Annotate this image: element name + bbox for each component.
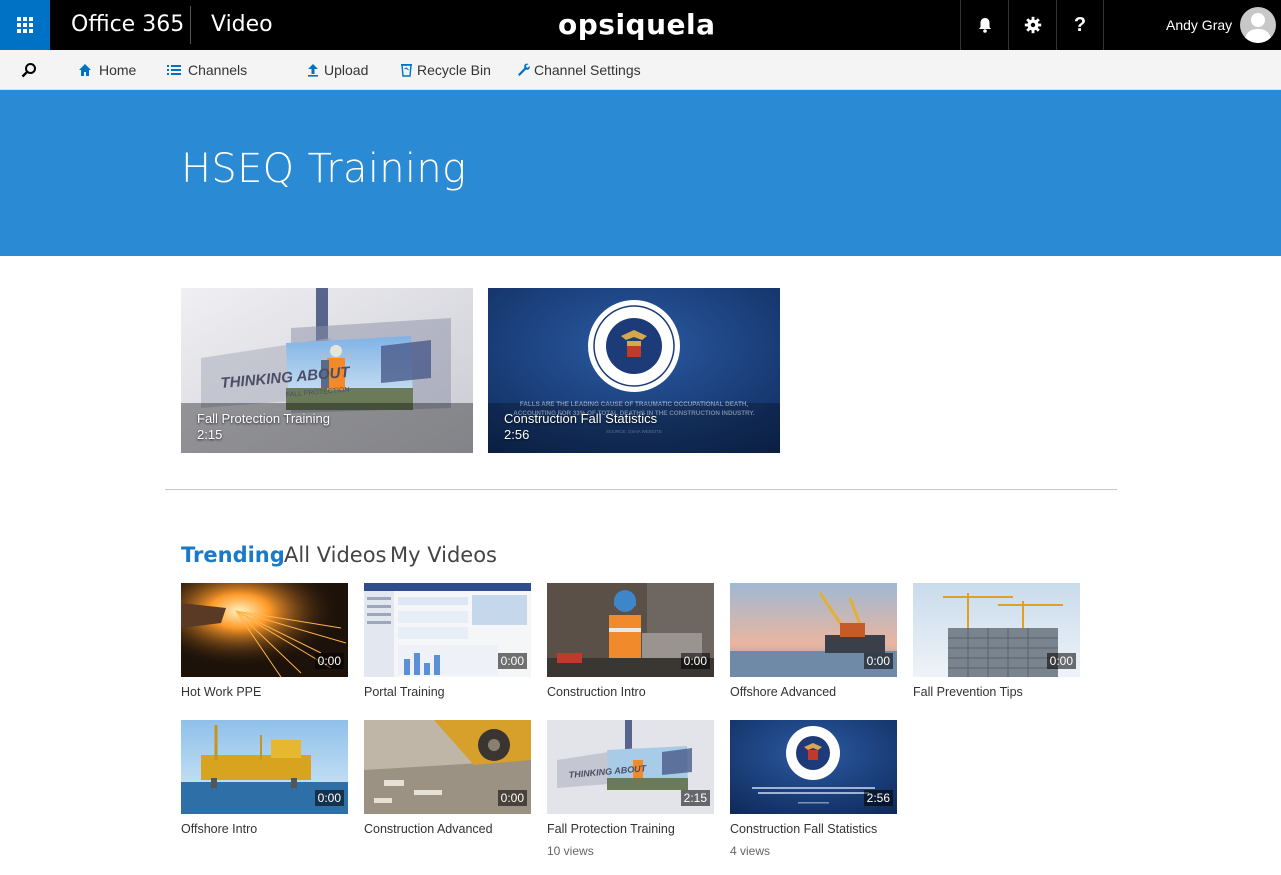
notifications-button[interactable]	[960, 0, 1008, 50]
nav-channels-label: Channels	[188, 62, 248, 78]
video-thumbnail: 0:00	[913, 583, 1080, 677]
spotlight-title: Fall Protection Training	[197, 411, 330, 426]
video-card[interactable]: 0:00 Offshore Advanced	[730, 583, 897, 699]
spotlight-video-fall-protection[interactable]: THINKING ABOUT FALL PROTECTION Fall Prot…	[181, 288, 473, 453]
app-launcher-button[interactable]	[0, 0, 50, 50]
video-card[interactable]: 0:00 Hot Work PPE	[181, 583, 348, 699]
waffle-icon	[17, 17, 33, 33]
user-silhouette-icon	[1244, 13, 1272, 43]
spotlight-duration: 2:15	[197, 427, 223, 442]
spotlight-duration: 2:56	[504, 427, 530, 442]
list-icon	[167, 64, 181, 76]
video-thumbnail: THINKING ABOUT 2:15	[547, 720, 714, 814]
section-divider	[165, 489, 1117, 490]
video-duration: 0:00	[314, 653, 344, 669]
video-card[interactable]: THINKING ABOUT 2:15 Fall Protection Trai…	[547, 720, 714, 858]
video-thumbnail: FALLS ARE THE LEADING CAUSE OF TRAUMATIC…	[488, 288, 780, 453]
video-view-count: 4 views	[730, 844, 771, 858]
video-duration: 0:00	[1046, 653, 1076, 669]
video-title[interactable]: Portal Training	[364, 685, 531, 699]
video-thumbnail: 0:00	[364, 720, 531, 814]
home-icon	[78, 63, 92, 77]
upload-button[interactable]: Upload	[307, 50, 368, 90]
video-thumbnail: 0:00	[730, 583, 897, 677]
app-name[interactable]: Video	[211, 12, 273, 37]
video-duration: 0:00	[680, 653, 710, 669]
help-button[interactable]: ?	[1056, 0, 1104, 50]
suite-bar: Office 365 Video opsiquela ? Andy Gray	[0, 0, 1281, 50]
upload-icon	[307, 63, 319, 77]
video-card[interactable]: 0:00 Fall Prevention Tips	[913, 583, 1080, 699]
recycle-bin-button[interactable]: Recycle Bin	[401, 50, 491, 90]
company-logo: opsiquela	[558, 8, 716, 41]
video-duration: 0:00	[863, 653, 893, 669]
video-duration: 0:00	[497, 790, 527, 806]
nav-home[interactable]: Home	[78, 50, 136, 90]
channel-settings-button[interactable]: Channel Settings	[517, 50, 641, 90]
spotlight-title: Construction Fall Statistics	[504, 411, 658, 426]
command-bar: Home Channels Upload Recycle Bin Channel…	[0, 50, 1281, 90]
spotlight-video-fall-statistics[interactable]: FALLS ARE THE LEADING CAUSE OF TRAUMATIC…	[488, 288, 780, 453]
video-duration: 2:15	[680, 790, 710, 806]
video-thumbnail: 0:00	[181, 583, 348, 677]
help-icon: ?	[1073, 13, 1087, 36]
upload-label: Upload	[324, 62, 369, 78]
video-title[interactable]: Construction Advanced	[364, 822, 531, 836]
video-card[interactable]: 0:00 Construction Advanced	[364, 720, 531, 836]
video-duration: 2:56	[863, 790, 893, 806]
search-icon	[21, 63, 36, 78]
tab-all-videos[interactable]: All Videos	[284, 543, 387, 567]
user-name[interactable]: Andy Gray	[1166, 17, 1232, 33]
video-thumbnail: 0:00	[364, 583, 531, 677]
tab-trending[interactable]: Trending	[181, 543, 285, 567]
bell-icon	[978, 18, 991, 33]
video-title[interactable]: Fall Prevention Tips	[913, 685, 1080, 699]
video-view-count: 10 views	[547, 844, 594, 858]
video-title[interactable]: Construction Fall Statistics	[730, 822, 897, 836]
video-title[interactable]: Hot Work PPE	[181, 685, 348, 699]
nav-channels[interactable]: Channels	[167, 50, 247, 90]
video-card[interactable]: 2:56 Construction Fall Statistics 4 view…	[730, 720, 897, 858]
office-365-brand[interactable]: Office 365	[71, 12, 184, 37]
video-duration: 0:00	[497, 653, 527, 669]
video-thumbnail: 0:00	[181, 720, 348, 814]
nav-home-label: Home	[99, 62, 137, 78]
video-card[interactable]: 0:00 Portal Training	[364, 583, 531, 699]
page-title: HSEQ Training	[181, 146, 467, 192]
gear-icon	[1024, 16, 1041, 34]
video-card[interactable]: 0:00 Construction Intro	[547, 583, 714, 699]
wrench-icon	[517, 63, 530, 77]
channel-settings-label: Channel Settings	[534, 62, 641, 78]
search-button[interactable]	[21, 50, 37, 90]
channel-banner: HSEQ Training	[0, 90, 1281, 256]
tab-my-videos[interactable]: My Videos	[390, 543, 497, 567]
video-title[interactable]: Construction Intro	[547, 685, 714, 699]
video-thumbnail: THINKING ABOUT FALL PROTECTION	[181, 288, 473, 453]
avatar[interactable]	[1240, 7, 1276, 43]
recycle-bin-icon	[401, 63, 412, 77]
video-duration: 0:00	[314, 790, 344, 806]
video-card[interactable]: 0:00 Offshore Intro	[181, 720, 348, 836]
suite-divider	[190, 6, 191, 44]
settings-button[interactable]	[1008, 0, 1056, 50]
video-thumbnail: 0:00	[547, 583, 714, 677]
video-title[interactable]: Offshore Intro	[181, 822, 348, 836]
video-title[interactable]: Fall Protection Training	[547, 822, 714, 836]
recycle-bin-label: Recycle Bin	[417, 62, 491, 78]
video-title[interactable]: Offshore Advanced	[730, 685, 897, 699]
video-thumbnail: 2:56	[730, 720, 897, 814]
